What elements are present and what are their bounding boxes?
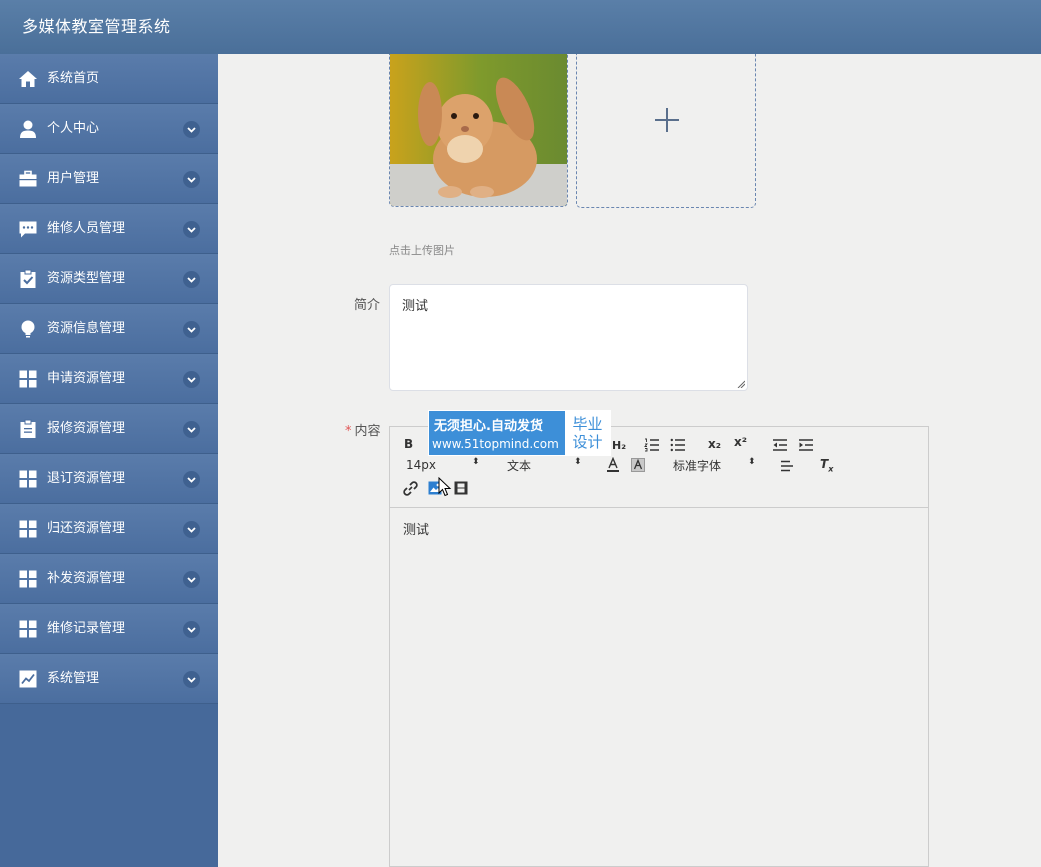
sidebar-item-label: 维修记录管理	[47, 621, 126, 636]
chevron-down-icon[interactable]	[183, 121, 200, 138]
subscript-button[interactable]: x₂	[708, 437, 721, 451]
intro-value: 测试	[402, 299, 429, 314]
background-color-icon[interactable]	[631, 458, 645, 472]
intro-textarea[interactable]: 测试	[389, 284, 748, 391]
align-icon[interactable]	[780, 460, 794, 472]
chevron-down-icon[interactable]	[183, 671, 200, 688]
chevron-down-icon[interactable]	[183, 571, 200, 588]
uploaded-image-thumbnail[interactable]	[389, 54, 568, 207]
clear-format-icon[interactable]: Tx	[820, 457, 833, 473]
sidebar-item-label: 系统首页	[47, 71, 100, 86]
heading2-button[interactable]: H₂	[612, 439, 626, 452]
sidebar-item-apply-resource[interactable]: 申请资源管理	[0, 354, 218, 404]
sidebar-item-home[interactable]: 系统首页	[0, 54, 218, 104]
sidebar-item-label: 补发资源管理	[47, 571, 126, 586]
watermark-url: www.51topmind.com	[432, 437, 559, 451]
sidebar-item-label: 归还资源管理	[47, 521, 126, 536]
rabbit-photo	[390, 54, 567, 206]
chevron-down-icon[interactable]	[183, 171, 200, 188]
font-size-arrows-icon[interactable]: ⬍	[472, 457, 480, 467]
upload-add-button[interactable]	[576, 54, 756, 208]
chat-icon	[18, 219, 38, 239]
superscript-button[interactable]: x²	[734, 435, 747, 449]
rich-text-editor[interactable]: B H₂ x₂ x² 14px ⬍ 文本 ⬍ 标准字体 ⬍ Tx 测试	[389, 426, 929, 867]
sidebar-item-repair-records[interactable]: 维修记录管理	[0, 604, 218, 654]
sidebar-item-repair-resource[interactable]: 报修资源管理	[0, 404, 218, 454]
required-mark: *	[345, 424, 352, 439]
font-color-icon[interactable]	[606, 457, 620, 473]
sidebar-item-label: 资源类型管理	[47, 271, 126, 286]
watermark-badge: 毕业 设计	[565, 411, 610, 455]
app-title: 多媒体教室管理系统	[22, 17, 171, 36]
ordered-list-icon[interactable]	[644, 438, 660, 452]
chevron-down-icon[interactable]	[183, 321, 200, 338]
chevron-down-icon[interactable]	[183, 471, 200, 488]
sidebar-item-resource-type[interactable]: 资源类型管理	[0, 254, 218, 304]
sidebar-item-label: 申请资源管理	[47, 371, 126, 386]
chevron-down-icon[interactable]	[183, 221, 200, 238]
font-family-select[interactable]: 标准字体	[673, 457, 721, 474]
bulb-icon	[18, 319, 38, 339]
clipboard-check-icon	[18, 269, 38, 289]
resize-handle-icon[interactable]	[737, 380, 745, 388]
user-icon	[18, 119, 38, 139]
grid-icon	[18, 619, 38, 639]
sidebar-item-label: 报修资源管理	[47, 421, 126, 436]
sidebar-item-label: 维修人员管理	[47, 221, 126, 236]
plus-icon	[655, 108, 679, 132]
sidebar-item-system-management[interactable]: 系统管理	[0, 654, 218, 704]
editor-content[interactable]: 测试	[403, 519, 429, 538]
grid-icon	[18, 469, 38, 489]
content-label-text: 内容	[354, 424, 381, 439]
content-label: * 内容	[345, 420, 381, 439]
sidebar-item-label: 系统管理	[47, 671, 100, 686]
app-header: 多媒体教室管理系统	[0, 0, 1041, 54]
sidebar-item-personal-center[interactable]: 个人中心	[0, 104, 218, 154]
sidebar-item-return-resource[interactable]: 归还资源管理	[0, 504, 218, 554]
video-icon[interactable]	[454, 481, 468, 495]
chevron-down-icon[interactable]	[183, 521, 200, 538]
mouse-cursor-icon	[438, 477, 452, 497]
bold-button[interactable]: B	[404, 437, 413, 451]
watermark-badge-line2: 设计	[572, 433, 603, 451]
grid-icon	[18, 569, 38, 589]
chevron-down-icon[interactable]	[183, 271, 200, 288]
home-icon	[18, 69, 38, 89]
watermark-badge-line1: 毕业	[572, 415, 603, 433]
upload-hint: 点击上传图片	[389, 244, 455, 257]
sidebar-item-cancel-resource[interactable]: 退订资源管理	[0, 454, 218, 504]
font-family-arrows-icon[interactable]: ⬍	[748, 457, 756, 467]
sidebar-item-label: 资源信息管理	[47, 321, 126, 336]
format-select[interactable]: 文本	[507, 457, 531, 474]
indent-icon[interactable]	[798, 438, 814, 452]
sidebar: 系统首页 个人中心 用户管理 维修人员管理 资源类型管理 资源信息管理 申请资源…	[0, 54, 218, 867]
chevron-down-icon[interactable]	[183, 421, 200, 438]
sidebar-item-user-management[interactable]: 用户管理	[0, 154, 218, 204]
outdent-icon[interactable]	[772, 438, 788, 452]
format-arrows-icon[interactable]: ⬍	[574, 457, 582, 467]
intro-label: 简介	[354, 298, 381, 313]
clipboard-icon	[18, 419, 38, 439]
sidebar-item-label: 个人中心	[47, 121, 100, 136]
sidebar-item-reissue-resource[interactable]: 补发资源管理	[0, 554, 218, 604]
chevron-down-icon[interactable]	[183, 621, 200, 638]
sidebar-item-resource-info[interactable]: 资源信息管理	[0, 304, 218, 354]
watermark-banner: 无须担心.自动发货 www.51topmind.com 毕业 设计	[428, 410, 611, 456]
bullet-list-icon[interactable]	[670, 438, 686, 452]
sidebar-item-label: 退订资源管理	[47, 471, 126, 486]
font-size-select[interactable]: 14px	[406, 458, 436, 472]
briefcase-icon	[18, 169, 38, 189]
grid-icon	[18, 369, 38, 389]
sidebar-item-maintenance-staff[interactable]: 维修人员管理	[0, 204, 218, 254]
main-content: 点击上传图片 简介 测试 * 内容 B H₂ x₂ x² 14px ⬍ 文本 ⬍ …	[218, 54, 1041, 867]
watermark-line1: 无须担心.自动发货	[434, 419, 543, 434]
chevron-down-icon[interactable]	[183, 371, 200, 388]
chart-icon	[18, 669, 38, 689]
sidebar-item-label: 用户管理	[47, 171, 100, 186]
grid-icon	[18, 519, 38, 539]
link-icon[interactable]	[403, 481, 418, 496]
